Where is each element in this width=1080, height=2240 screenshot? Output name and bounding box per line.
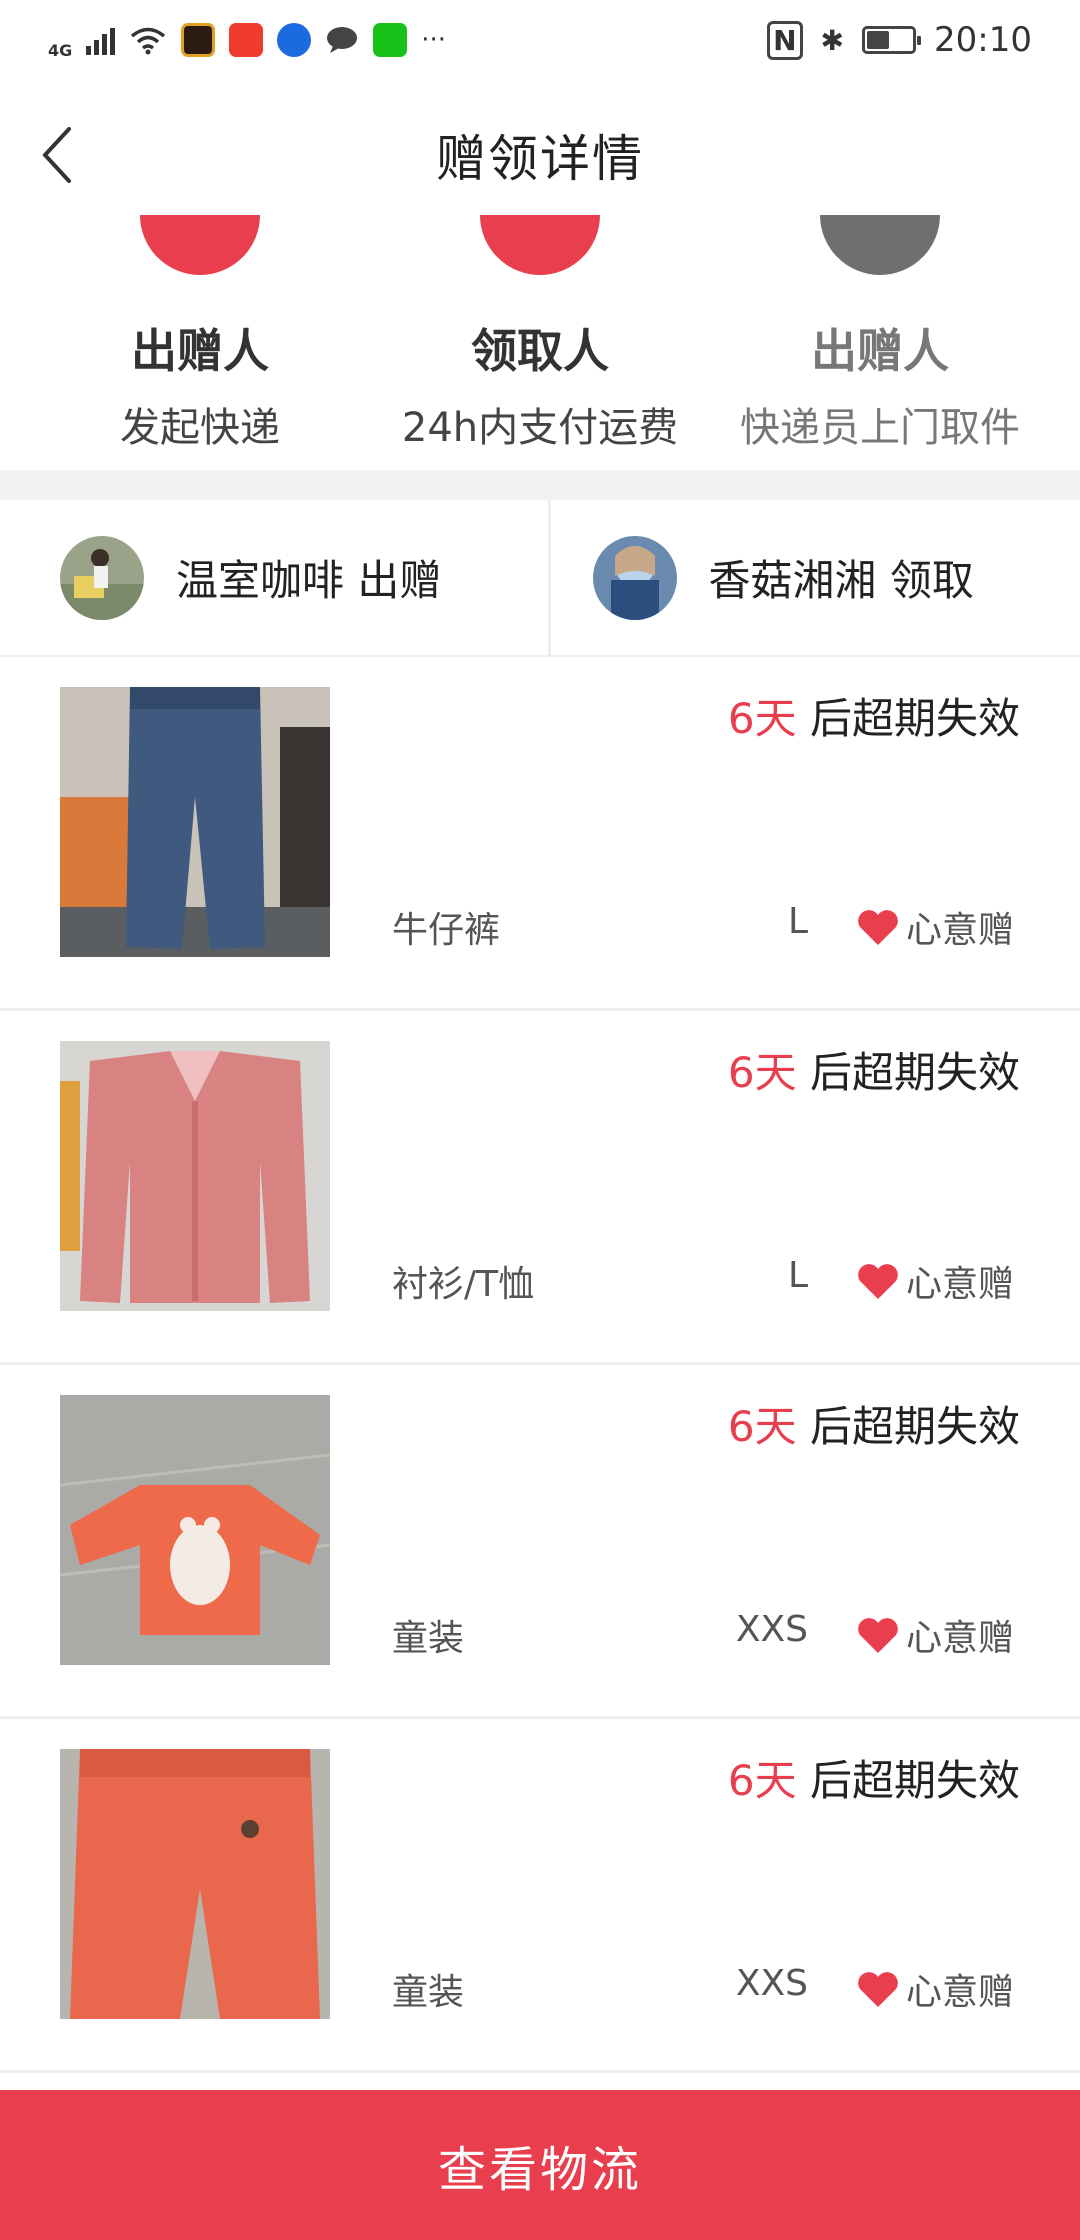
expire-suffix: 后超期失效 (796, 1756, 1020, 1805)
back-button[interactable] (22, 120, 92, 190)
gift-tag-label: 心意赠 (905, 1618, 1014, 1659)
step-indicator (140, 215, 260, 275)
receiver-user[interactable]: 香菇湘湘 领取 (547, 500, 1080, 655)
giver-user[interactable]: 温室咖啡 出赠 (0, 500, 548, 655)
section-divider (0, 470, 1080, 500)
expire-suffix: 后超期失效 (796, 1402, 1020, 1451)
item-thumbnail (60, 1041, 330, 1311)
list-item[interactable]: 6天 后超期失效 衬衫/T恤 L 心意赠 (0, 1011, 1080, 1365)
view-logistics-button[interactable]: 查看物流 (0, 2090, 1080, 2240)
expire-days: 6天 (727, 694, 797, 743)
expire-notice: 6天 后超期失效 (728, 1039, 1020, 1100)
participants-row: 温室咖啡 出赠 香菇湘湘 领取 (0, 500, 1080, 657)
nav-bar: 赠领详情 (0, 80, 1080, 230)
item-size: XXS (735, 1963, 808, 2004)
heart-icon (858, 1618, 898, 1653)
gift-tag-label: 心意赠 (905, 1264, 1014, 1305)
app-notification-icon (181, 23, 216, 57)
expire-days: 6天 (727, 1756, 797, 1805)
item-category: 衬衫/T恤 (392, 1264, 535, 1305)
step-desc: 快递员上门取件 (740, 405, 1020, 451)
step-role: 领取人 (471, 324, 609, 378)
item-thumbnail (60, 1749, 330, 2019)
nfc-icon: N (767, 20, 803, 60)
step-desc: 24h内支付运费 (401, 405, 679, 451)
avatar (60, 535, 144, 620)
gift-tag: 心意赠 (856, 1963, 1014, 2015)
list-item[interactable]: 6天 后超期失效 牛仔裤 L 心意赠 (0, 657, 1080, 1011)
item-category: 童装 (392, 1972, 465, 2013)
gift-tag: 心意赠 (856, 1255, 1014, 1307)
battery-icon (862, 26, 922, 54)
app-notification-icon (277, 23, 312, 57)
step-indicator (480, 215, 600, 275)
heart-icon (858, 910, 898, 945)
step-role: 出赠人 (811, 324, 949, 378)
heart-icon (858, 1264, 898, 1299)
list-item[interactable]: 6天 后超期失效 童装 XXS 心意赠 (0, 1365, 1080, 1719)
item-size: L (787, 1255, 808, 1296)
expire-notice: 6天 后超期失效 (728, 1393, 1020, 1454)
step-indicator (820, 215, 940, 275)
item-size: L (787, 901, 808, 942)
signal-icon (86, 25, 116, 55)
step-role: 出赠人 (131, 324, 269, 378)
wifi-icon (131, 27, 166, 55)
status-bar: 4G ··· N ✱ 20:10 (0, 0, 1080, 80)
step-1: 出赠人 发起快递 (20, 215, 380, 453)
more-notifications-icon: ··· (421, 25, 447, 55)
app-notification-icon (229, 23, 264, 57)
item-category: 童装 (392, 1618, 465, 1659)
expire-suffix: 后超期失效 (796, 694, 1020, 743)
expire-days: 6天 (727, 1048, 797, 1097)
message-icon (327, 27, 358, 53)
gift-tag-label: 心意赠 (905, 910, 1014, 951)
page-title: 赠领详情 (436, 130, 644, 188)
expire-suffix: 后超期失效 (796, 1048, 1020, 1097)
giver-name: 温室咖啡 出赠 (176, 556, 442, 605)
receiver-name: 香菇湘湘 领取 (708, 556, 974, 605)
step-desc: 发起快递 (120, 405, 280, 451)
list-item[interactable]: 6天 后超期失效 童装 XXS 心意赠 (0, 1719, 1080, 2073)
gift-tag: 心意赠 (856, 901, 1014, 953)
status-time: 20:10 (934, 20, 1032, 60)
gift-tag: 心意赠 (856, 1609, 1014, 1661)
item-list: 6天 后超期失效 牛仔裤 L 心意赠 6天 后超期失效 衬衫/T恤 L 心意赠 (0, 657, 1080, 2073)
expire-days: 6天 (727, 1402, 797, 1451)
expire-notice: 6天 后超期失效 (728, 685, 1020, 746)
network-type: 4G (48, 40, 73, 60)
step-2: 领取人 24h内支付运费 (360, 215, 720, 453)
iqiyi-icon (373, 23, 408, 57)
avatar (592, 535, 677, 620)
item-size: XXS (735, 1609, 808, 1650)
chevron-left-icon (42, 127, 71, 183)
item-category: 牛仔裤 (392, 910, 501, 951)
bluetooth-icon: ✱ (820, 23, 845, 57)
item-thumbnail (60, 687, 330, 957)
gift-tag-label: 心意赠 (905, 1972, 1014, 2013)
progress-steps: 出赠人 发起快递 领取人 24h内支付运费 出赠人 快递员上门取件 (0, 215, 1080, 465)
heart-icon (858, 1972, 898, 2007)
expire-notice: 6天 后超期失效 (728, 1747, 1020, 1808)
step-3: 出赠人 快递员上门取件 (700, 215, 1060, 453)
item-thumbnail (60, 1395, 330, 1665)
